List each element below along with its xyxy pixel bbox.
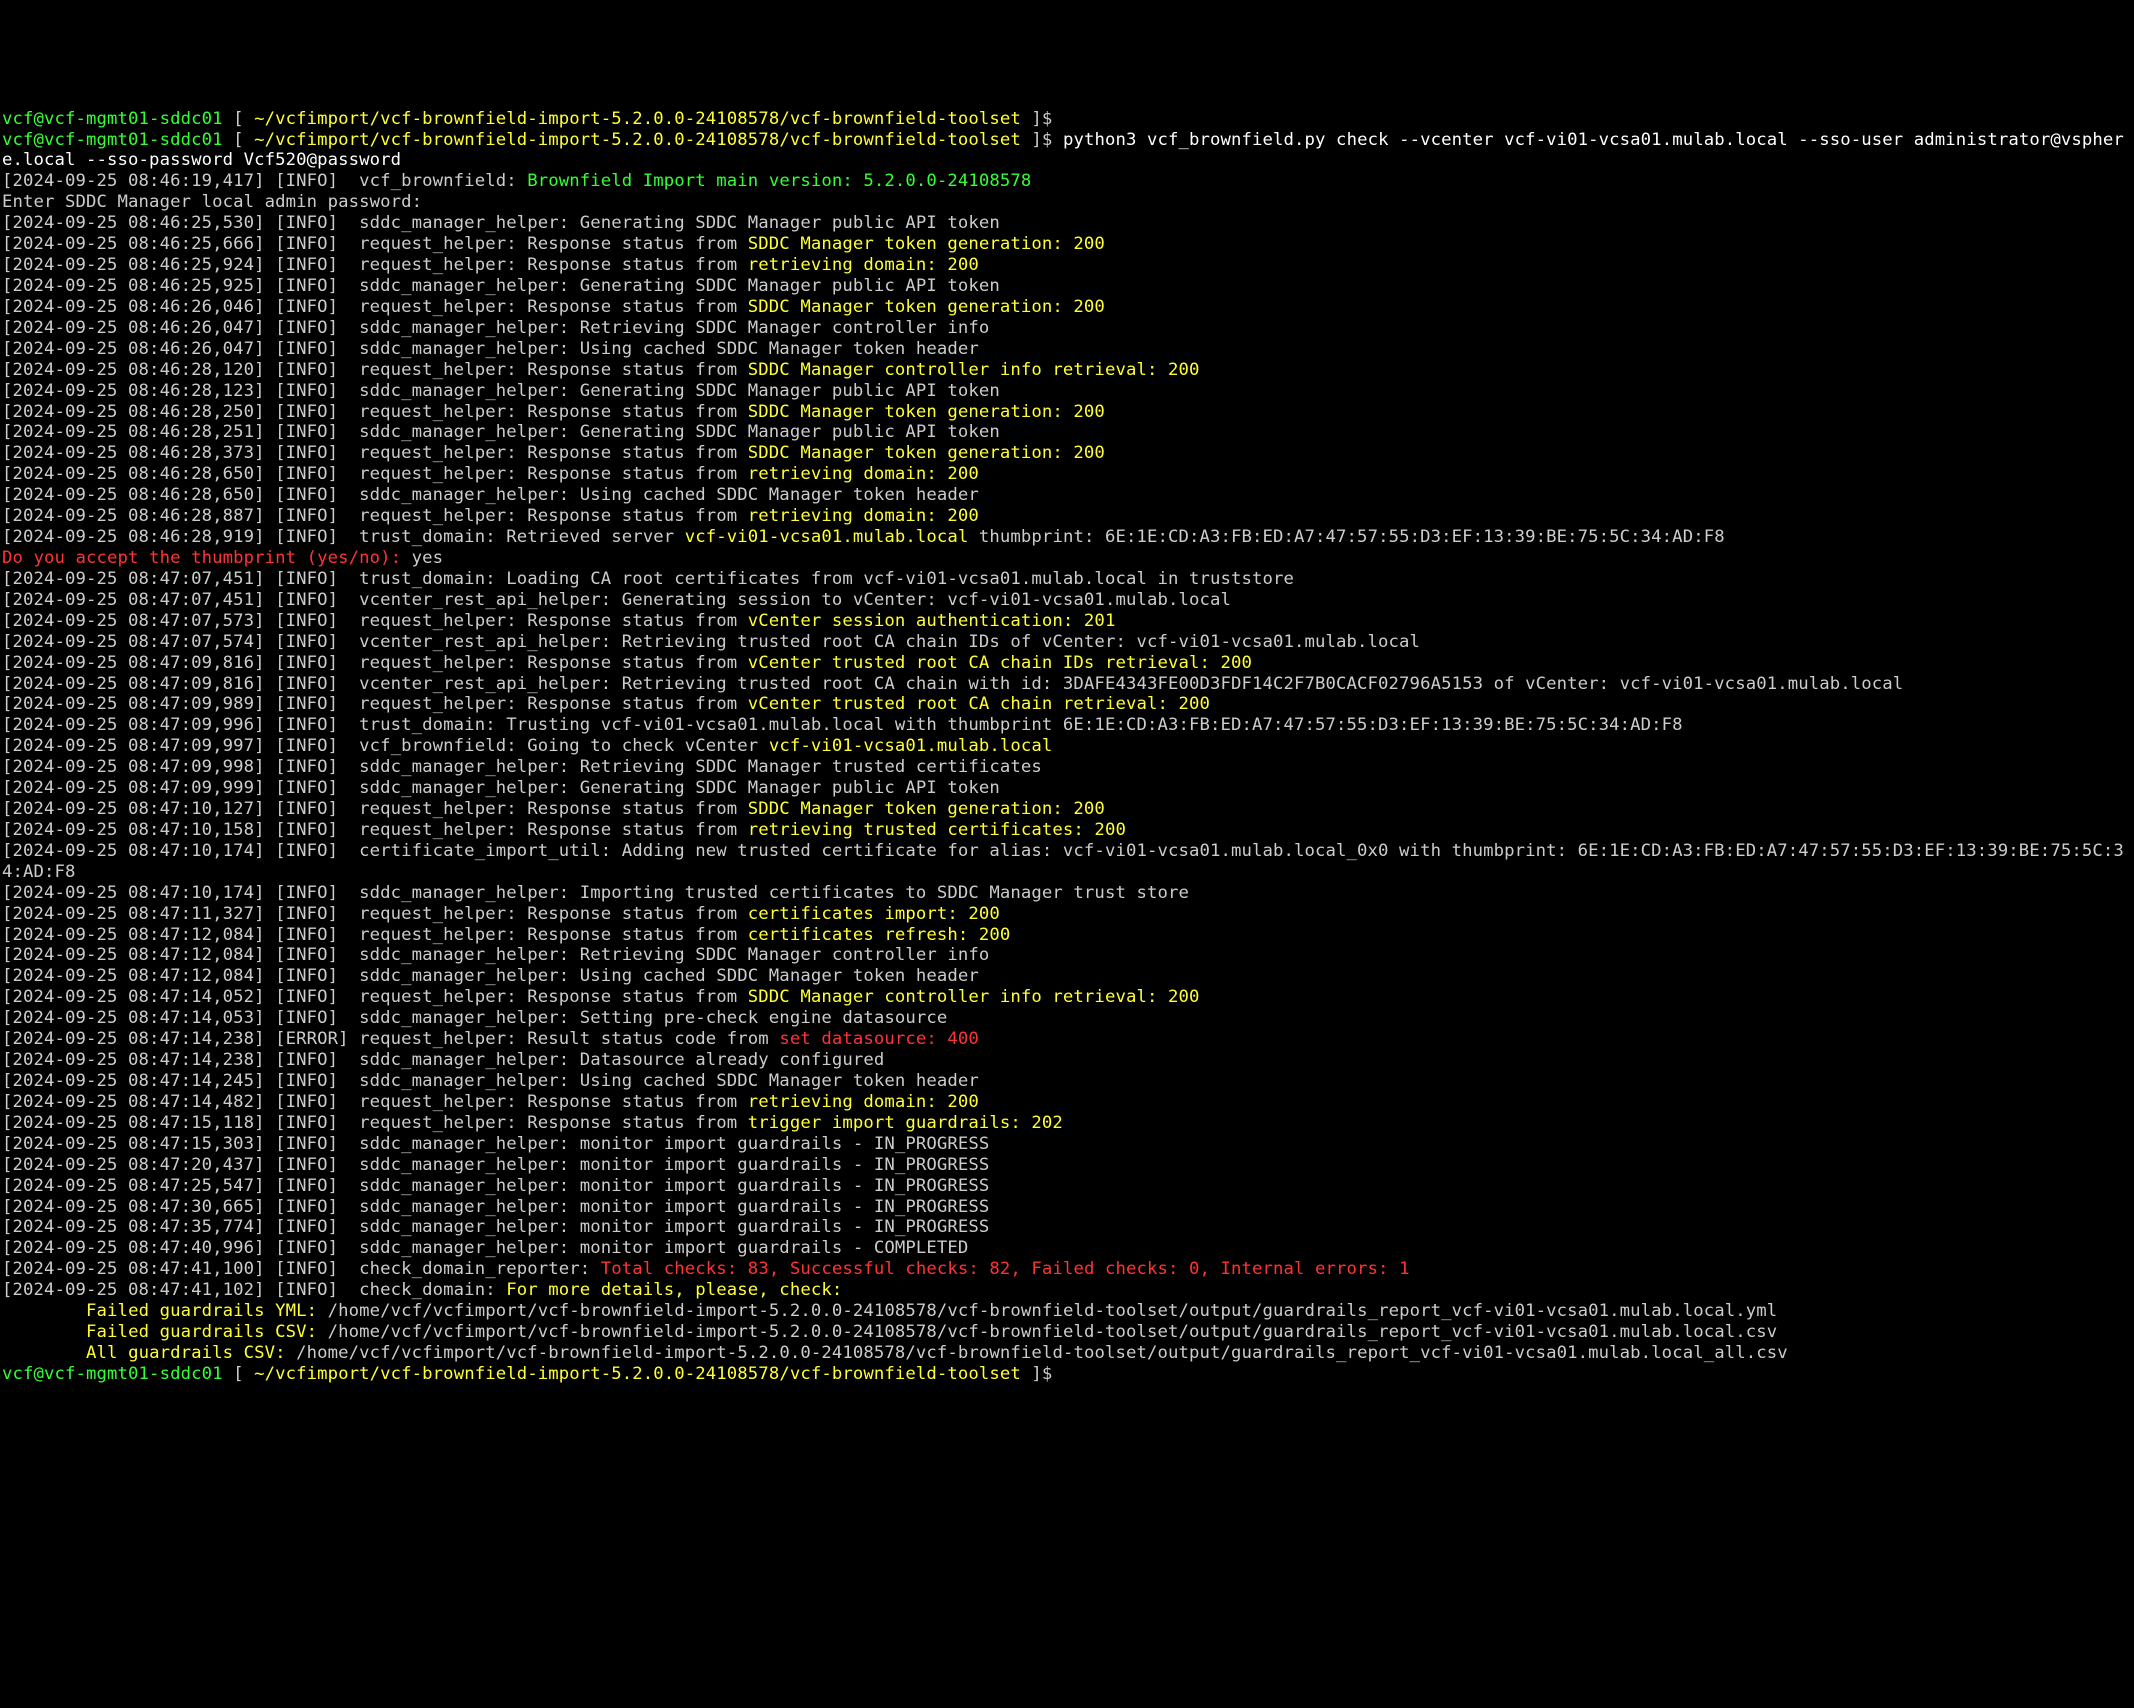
terminal-output[interactable]: vcf@vcf-mgmt01-sddc01 [ ~/vcfimport/vcf-…: [0, 105, 2134, 1389]
